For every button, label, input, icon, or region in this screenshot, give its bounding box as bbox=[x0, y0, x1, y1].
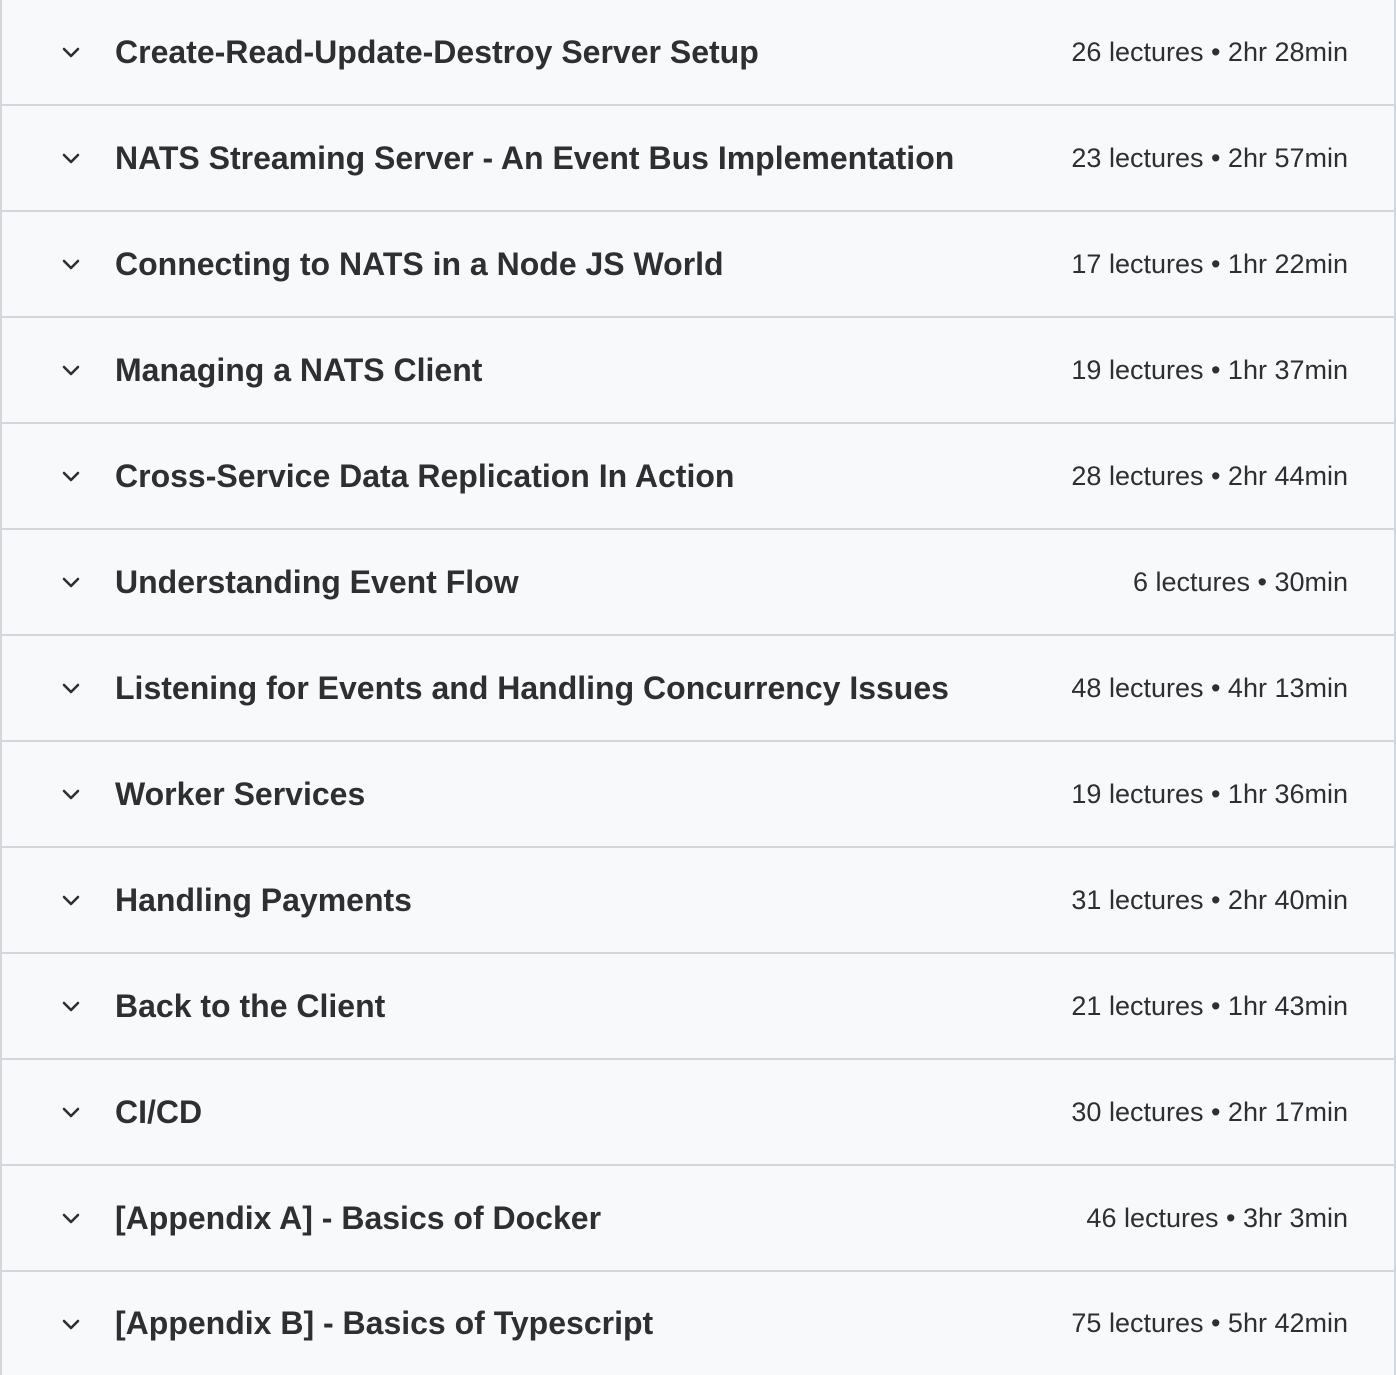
section-title[interactable]: Listening for Events and Handling Concur… bbox=[115, 670, 949, 707]
section-title[interactable]: Worker Services bbox=[115, 776, 365, 813]
section-meta: 26 lectures • 2hr 28min bbox=[1071, 36, 1348, 67]
section-meta: 19 lectures • 1hr 37min bbox=[1071, 354, 1348, 385]
section-title[interactable]: Managing a NATS Client bbox=[115, 352, 482, 389]
chevron-down-icon[interactable] bbox=[59, 676, 83, 700]
curriculum-section-list: Create-Read-Update-Destroy Server Setup … bbox=[0, 0, 1396, 1375]
section-meta: 23 lectures • 2hr 57min bbox=[1071, 142, 1348, 173]
chevron-down-icon[interactable] bbox=[59, 146, 83, 170]
section-title[interactable]: NATS Streaming Server - An Event Bus Imp… bbox=[115, 140, 954, 177]
chevron-down-icon[interactable] bbox=[59, 570, 83, 594]
section-meta: 48 lectures • 4hr 13min bbox=[1071, 672, 1348, 703]
section-title[interactable]: [Appendix A] - Basics of Docker bbox=[115, 1200, 601, 1237]
section-meta: 19 lectures • 1hr 36min bbox=[1071, 778, 1348, 809]
chevron-down-icon[interactable] bbox=[59, 464, 83, 488]
section-title[interactable]: Handling Payments bbox=[115, 882, 412, 919]
section-row[interactable]: Create-Read-Update-Destroy Server Setup … bbox=[2, 0, 1394, 106]
chevron-down-icon[interactable] bbox=[59, 782, 83, 806]
section-meta: 46 lectures • 3hr 3min bbox=[1086, 1202, 1348, 1233]
section-meta: 30 lectures • 2hr 17min bbox=[1071, 1096, 1348, 1127]
section-meta: 75 lectures • 5hr 42min bbox=[1071, 1308, 1348, 1338]
section-meta: 21 lectures • 1hr 43min bbox=[1071, 990, 1348, 1021]
section-row[interactable]: Worker Services 19 lectures • 1hr 36min bbox=[2, 742, 1394, 848]
section-meta: 17 lectures • 1hr 22min bbox=[1071, 248, 1348, 279]
section-row[interactable]: Managing a NATS Client 19 lectures • 1hr… bbox=[2, 318, 1394, 424]
chevron-down-icon[interactable] bbox=[59, 358, 83, 382]
section-row[interactable]: [Appendix A] - Basics of Docker 46 lectu… bbox=[2, 1166, 1394, 1272]
section-row[interactable]: NATS Streaming Server - An Event Bus Imp… bbox=[2, 106, 1394, 212]
chevron-down-icon[interactable] bbox=[59, 1312, 83, 1336]
chevron-down-icon[interactable] bbox=[59, 1206, 83, 1230]
section-row[interactable]: Handling Payments 31 lectures • 2hr 40mi… bbox=[2, 848, 1394, 954]
section-row[interactable]: CI/CD 30 lectures • 2hr 17min bbox=[2, 1060, 1394, 1166]
section-title[interactable]: CI/CD bbox=[115, 1094, 202, 1131]
chevron-down-icon[interactable] bbox=[59, 888, 83, 912]
chevron-down-icon[interactable] bbox=[59, 1100, 83, 1124]
section-meta: 6 lectures • 30min bbox=[1132, 566, 1348, 597]
chevron-down-icon[interactable] bbox=[59, 252, 83, 276]
chevron-down-icon[interactable] bbox=[59, 994, 83, 1018]
section-row[interactable]: Back to the Client 21 lectures • 1hr 43m… bbox=[2, 954, 1394, 1060]
section-row[interactable]: Connecting to NATS in a Node JS World 17… bbox=[2, 212, 1394, 318]
section-row[interactable]: Listening for Events and Handling Concur… bbox=[2, 636, 1394, 742]
section-title[interactable]: Connecting to NATS in a Node JS World bbox=[115, 246, 724, 283]
section-meta: 31 lectures • 2hr 40min bbox=[1071, 884, 1348, 915]
section-title[interactable]: Cross-Service Data Replication In Action bbox=[115, 458, 734, 495]
section-row[interactable]: [Appendix B] - Basics of Typescript 75 l… bbox=[2, 1272, 1394, 1375]
section-title[interactable]: Back to the Client bbox=[115, 988, 385, 1025]
section-meta: 28 lectures • 2hr 44min bbox=[1071, 460, 1348, 491]
section-row[interactable]: Cross-Service Data Replication In Action… bbox=[2, 424, 1394, 530]
section-title[interactable]: Understanding Event Flow bbox=[115, 564, 519, 601]
section-title[interactable]: [Appendix B] - Basics of Typescript bbox=[115, 1305, 653, 1342]
section-title[interactable]: Create-Read-Update-Destroy Server Setup bbox=[115, 34, 759, 71]
chevron-down-icon[interactable] bbox=[59, 40, 83, 64]
section-row[interactable]: Understanding Event Flow 6 lectures • 30… bbox=[2, 530, 1394, 636]
